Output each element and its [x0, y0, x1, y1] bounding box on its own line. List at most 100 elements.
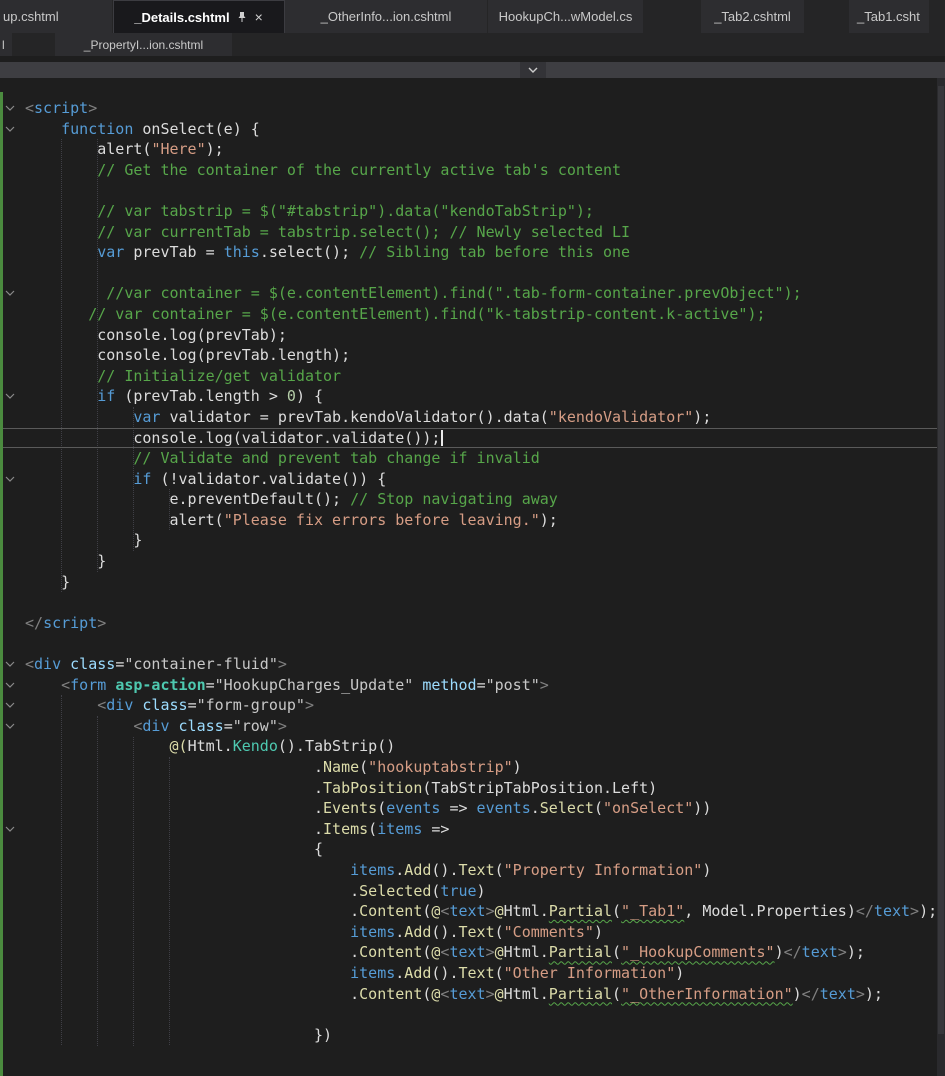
code-line[interactable]: <form asp-action="HookupCharges_Update" …: [0, 675, 945, 696]
code-line[interactable]: .Name("hookuptabstrip"): [0, 757, 945, 778]
code-line[interactable]: }): [0, 1025, 945, 1046]
code-token: }: [25, 552, 107, 571]
code-token: "post": [485, 675, 540, 694]
code-line[interactable]: [0, 263, 945, 284]
code-line[interactable]: <div class="row">: [0, 716, 945, 737]
code-token: div: [34, 655, 62, 674]
fold-chevron-icon[interactable]: [5, 290, 15, 297]
fold-chevron-icon[interactable]: [5, 661, 15, 667]
code-line[interactable]: console.log(prevTab.length);: [0, 345, 945, 366]
code-line[interactable]: <script>: [0, 98, 945, 119]
code-token: (!validator.validate()) {: [151, 469, 387, 488]
code-line[interactable]: // var container = $(e.contentElement).f…: [0, 304, 945, 325]
code-token: );: [919, 902, 938, 921]
code-line[interactable]: }: [0, 530, 945, 551]
code-token: =: [223, 716, 233, 735]
code-line[interactable]: items.Add().Text("Comments"): [0, 922, 945, 943]
code-line[interactable]: .Content(@<text>@Html.Partial("_Tab1", M…: [0, 901, 945, 922]
code-line[interactable]: alert("Please fix errors before leaving.…: [0, 510, 945, 531]
code-line[interactable]: <div class="container-fluid">: [0, 654, 945, 675]
code-line[interactable]: // Validate and prevent tab change if in…: [0, 448, 945, 469]
code-lines[interactable]: <script> function onSelect(e) { alert("H…: [0, 78, 945, 1045]
code-line[interactable]: [0, 1004, 945, 1025]
code-token: @(: [169, 737, 188, 756]
code-line[interactable]: .Selected(true): [0, 881, 945, 902]
vertical-scrollbar[interactable]: [937, 78, 945, 1076]
code-token: div: [106, 696, 134, 715]
close-icon[interactable]: ×: [254, 10, 264, 24]
code-token: @: [494, 984, 504, 1003]
code-token: =: [115, 655, 125, 674]
code-line[interactable]: [0, 633, 945, 654]
code-token: <: [25, 99, 35, 117]
code-token: @: [494, 943, 504, 962]
code-line[interactable]: function onSelect(e) {: [0, 119, 945, 140]
code-line[interactable]: <div class="form-group">: [0, 695, 945, 716]
editor-tab--tab1-csht[interactable]: _Tab1.csht: [849, 0, 930, 33]
code-token: >: [485, 902, 495, 921]
code-line[interactable]: var validator = prevTab.kendoValidator()…: [0, 407, 945, 428]
editor-tab--tab2-cshtml[interactable]: _Tab2.cshtml: [701, 0, 805, 33]
code-token: "onSelect": [602, 799, 694, 818]
code-line-current[interactable]: console.log(validator.validate());: [0, 427, 945, 449]
pin-icon[interactable]: [237, 11, 247, 23]
code-line[interactable]: [0, 180, 945, 201]
editor-tab-hookupch-wmodel-cs[interactable]: HookupCh...wModel.cs: [488, 0, 644, 33]
code-line[interactable]: items.Add().Text("Property Information"): [0, 860, 945, 881]
code-token: ().TabStrip(): [277, 737, 396, 756]
fold-chevron-icon[interactable]: [5, 105, 15, 111]
tab-label: HookupCh...wModel.cs: [498, 9, 633, 24]
editor-tab--details-cshtml[interactable]: _Details.cshtml ×: [113, 0, 285, 33]
code-line[interactable]: if (prevTab.length > 0) {: [0, 386, 945, 407]
code-line[interactable]: @(Html.Kendo().TabStrip(): [0, 736, 945, 757]
code-line[interactable]: var prevTab = this.select(); // Sibling …: [0, 242, 945, 263]
code-line[interactable]: .TabPosition(TabStripTabPosition.Left): [0, 778, 945, 799]
fold-chevron-icon[interactable]: [5, 826, 15, 832]
code-line[interactable]: alert("Here");: [0, 139, 945, 160]
editor-tab-up-cshtml[interactable]: up.cshtml: [0, 0, 113, 33]
code-line[interactable]: }: [0, 572, 945, 593]
fold-chevron-icon[interactable]: [5, 702, 15, 709]
code-token: >: [277, 716, 287, 735]
tab-overflow-button[interactable]: [519, 62, 546, 78]
code-line[interactable]: //var container = $(e.contentElement).fi…: [0, 283, 945, 304]
splitter-bar[interactable]: [0, 62, 945, 78]
code-line[interactable]: .Items(items =>: [0, 819, 945, 840]
code-token: }): [25, 1025, 333, 1044]
code-line[interactable]: .Events(events => events.Select("onSelec…: [0, 798, 945, 819]
code-line[interactable]: {: [0, 839, 945, 860]
editor-tab--otherinfo-ion-cshtml[interactable]: _OtherInfo...ion.cshtml: [285, 0, 488, 33]
code-token: "Property Information": [503, 860, 703, 879]
tab-label: _Details.cshtml: [134, 9, 230, 25]
code-token: if: [97, 387, 116, 406]
code-line[interactable]: // var currentTab = tabstrip.select(); /…: [0, 222, 945, 243]
code-line[interactable]: .Content(@<text>@Html.Partial("_HookupCo…: [0, 942, 945, 963]
code-token: Add: [404, 860, 432, 879]
code-line[interactable]: .Content(@<text>@Html.Partial("_OtherInf…: [0, 984, 945, 1005]
code-line[interactable]: // Initialize/get validator: [0, 366, 945, 387]
code-line[interactable]: </script>: [0, 613, 945, 634]
fold-chevron-icon[interactable]: [5, 476, 15, 482]
code-token: "HookupCharges_Update": [214, 675, 414, 694]
fold-chevron-icon[interactable]: [5, 682, 15, 688]
code-line[interactable]: // var tabstrip = $("#tabstrip").data("k…: [0, 201, 945, 222]
code-line[interactable]: items.Add().Text("Other Information"): [0, 963, 945, 984]
editor-tab-l[interactable]: l: [0, 33, 13, 56]
code-token: events: [386, 799, 441, 818]
code-token: Add: [404, 922, 432, 941]
code-token: 0: [286, 387, 296, 406]
editor-tab--propertyi-ion-cshtml[interactable]: _PropertyI...ion.cshtml: [55, 33, 233, 56]
code-line[interactable]: if (!validator.validate()) {: [0, 469, 945, 490]
code-line[interactable]: console.log(prevTab);: [0, 325, 945, 346]
fold-chevron-icon[interactable]: [5, 393, 15, 400]
code-token: Partial: [548, 984, 613, 1003]
code-line[interactable]: }: [0, 551, 945, 572]
scrollbar-thumb[interactable]: [938, 86, 944, 1035]
code-editor[interactable]: <script> function onSelect(e) { alert("H…: [0, 78, 945, 1076]
fold-chevron-icon[interactable]: [5, 126, 15, 132]
code-line[interactable]: // Get the container of the currently ac…: [0, 160, 945, 181]
code-token: );: [205, 140, 224, 159]
fold-chevron-icon[interactable]: [5, 723, 15, 729]
code-line[interactable]: [0, 592, 945, 613]
code-line[interactable]: e.preventDefault(); // Stop navigating a…: [0, 489, 945, 510]
